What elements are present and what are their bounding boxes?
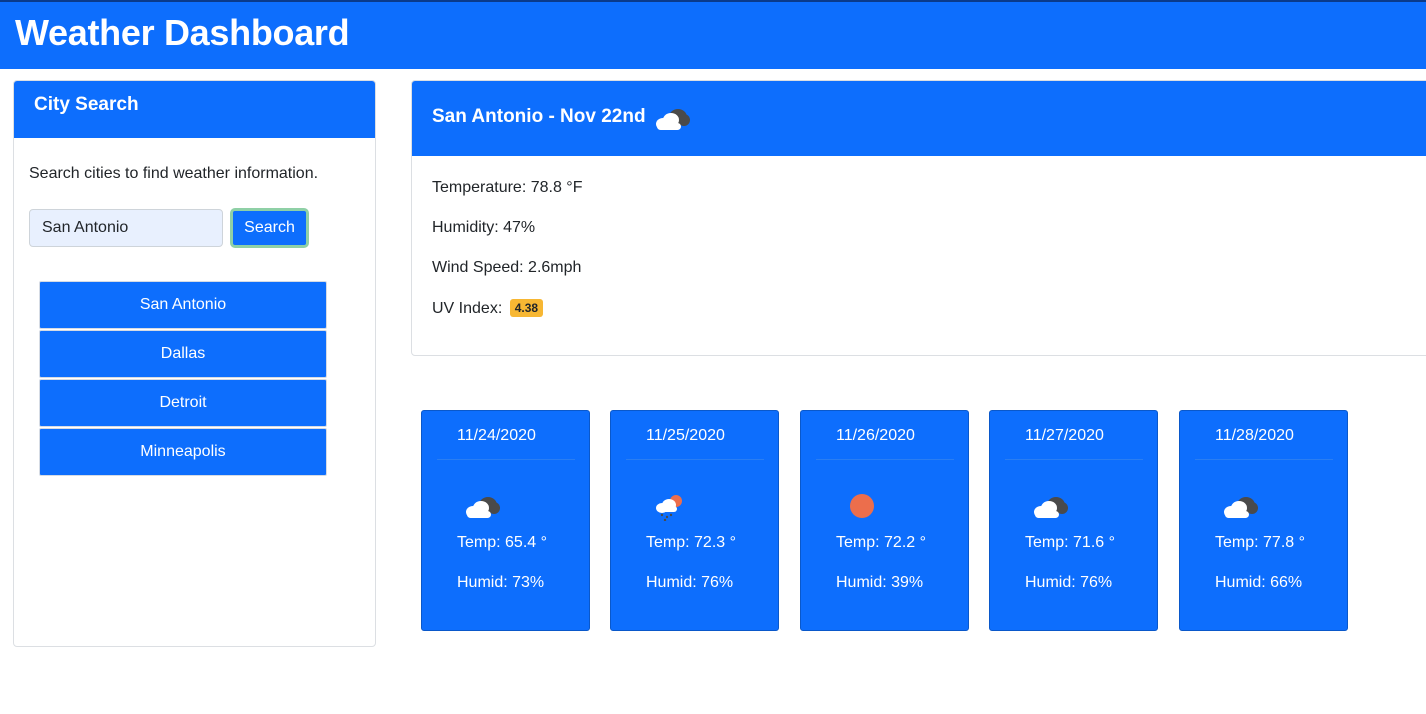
uv-index-label: UV Index: <box>432 300 503 317</box>
forecast-card: 11/24/2020 Temp: 65.4 ° Humid: 73% <box>421 410 590 631</box>
forecast-temp: Temp: 77.8 ° <box>1215 534 1305 551</box>
cloudy-icon <box>1034 497 1068 518</box>
current-temperature: Temperature: 78.8 °F <box>432 179 583 196</box>
city-search-header: City Search <box>14 81 375 138</box>
forecast-temp: Temp: 65.4 ° <box>457 534 547 551</box>
page-title: Weather Dashboard <box>15 12 350 53</box>
forecast-humidity: Humid: 73% <box>457 574 545 591</box>
forecast-humidity: Humid: 76% <box>646 574 734 591</box>
forecast-date: 11/24/2020 <box>457 427 536 444</box>
forecast-divider <box>816 459 954 460</box>
forecast-humidity: Humid: 76% <box>1025 574 1113 591</box>
forecast-card: 11/26/2020 Temp: 72.2 ° Humid: 39% <box>800 410 969 631</box>
search-history-list: San Antonio Dallas Detroit Minneapolis <box>39 281 327 477</box>
current-humidity: Humidity: 47% <box>432 219 536 236</box>
rain-snow-icon <box>656 495 682 521</box>
forecast-card: 11/27/2020 Temp: 71.6 ° Humid: 76% <box>989 410 1158 631</box>
sun-icon <box>850 494 874 518</box>
forecast-date: 11/26/2020 <box>836 427 915 444</box>
forecast-temp: Temp: 71.6 ° <box>1025 534 1115 551</box>
forecast-divider <box>437 459 575 460</box>
city-search-title: City Search <box>34 94 139 115</box>
search-button[interactable]: Search <box>230 208 309 248</box>
forecast-card: 11/28/2020 Temp: 77.8 ° Humid: 66% <box>1179 410 1348 631</box>
history-city-button[interactable]: Dallas <box>39 330 327 378</box>
forecast-humidity: Humid: 39% <box>836 574 924 591</box>
cloudy-icon <box>466 497 500 518</box>
cloudy-icon <box>656 109 690 130</box>
forecast-divider <box>1195 459 1333 460</box>
forecast-divider <box>626 459 764 460</box>
forecast-date: 11/25/2020 <box>646 427 725 444</box>
forecast-humidity: Humid: 66% <box>1215 574 1303 591</box>
current-wind-speed: Wind Speed: 2.6mph <box>432 259 582 276</box>
forecast-date: 11/28/2020 <box>1215 427 1294 444</box>
history-city-button[interactable]: Detroit <box>39 379 327 427</box>
forecast-temp: Temp: 72.3 ° <box>646 534 736 551</box>
search-description: Search cities to find weather informatio… <box>29 165 319 182</box>
current-weather-card: San Antonio - Nov 22nd Temperature: 78.8… <box>411 80 1426 356</box>
forecast-card: 11/25/2020 Temp: 72.3 ° Humid: 76% <box>610 410 779 631</box>
forecast-date: 11/27/2020 <box>1025 427 1104 444</box>
navbar: Weather Dashboard <box>0 0 1426 69</box>
history-city-button[interactable]: San Antonio <box>39 281 327 329</box>
forecast-divider <box>1005 459 1143 460</box>
uv-index-badge: 4.38 <box>509 299 544 317</box>
current-uv-index: UV Index: 4.38 <box>432 299 544 318</box>
current-city-date: San Antonio - Nov 22nd <box>432 106 646 127</box>
history-city-button[interactable]: Minneapolis <box>39 428 327 476</box>
forecast-temp: Temp: 72.2 ° <box>836 534 926 551</box>
cloudy-icon <box>1224 497 1258 518</box>
city-search-input[interactable] <box>29 209 223 247</box>
city-search-card: City Search Search cities to find weathe… <box>13 80 376 647</box>
current-weather-header: San Antonio - Nov 22nd <box>412 81 1426 156</box>
